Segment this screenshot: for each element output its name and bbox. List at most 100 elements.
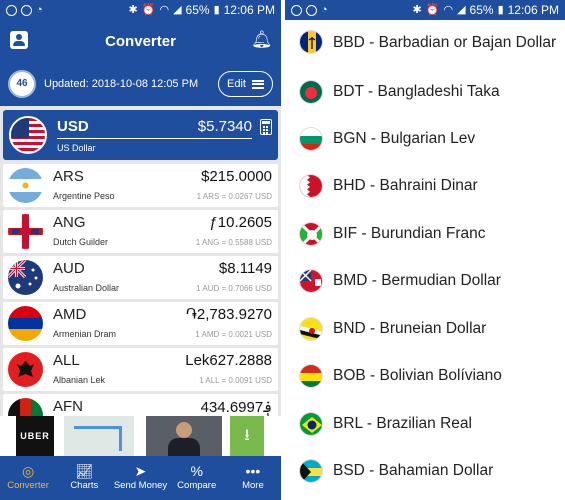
currency-label: BND - Bruneian Dollar [333,320,487,337]
nav-charts[interactable]: 📈︎ Charts [56,456,112,500]
currency-list-item[interactable]: BSD - Bahamian Dollar [285,447,565,494]
exchange-rate: 1 ANG = 0.5588 USD [195,238,272,247]
ad-photo-image [146,416,222,456]
bell-icon[interactable]: 🔔︎ [251,30,273,50]
converted-value: $215.0000 [201,168,272,185]
notification-icon [291,4,302,16]
notification-icon [6,4,17,16]
edit-label: Edit [227,78,246,90]
app-notification-icon [21,4,32,16]
currency-label: BIF - Burundian Franc [333,225,486,242]
currency-code: ARS [53,168,84,185]
exchange-rate: 1 AUD = 0.7066 USD [196,284,272,293]
percent-icon: % [190,463,203,479]
currency-name: Armenian Dram [53,329,117,339]
update-bar: 46 Updated: 2018-10-08 12:05 PM Edit [0,62,281,106]
currency-row[interactable]: ANG Dutch Guilder ƒ10.2605 1 ANG = 0.558… [3,210,278,253]
list-icon [252,79,264,89]
currency-list-item[interactable]: BBD - Barbadian or Bajan Dollar [285,17,565,67]
ad-banner[interactable]: UBER ⭳ [0,416,281,456]
currency-list-item[interactable]: BDT - Bangladeshi Taka [285,68,565,115]
brunei-flag-icon [299,316,323,341]
currency-name: Albanian Lek [53,375,106,385]
app-notification-icon [306,4,317,16]
currency-list-item[interactable]: BMD - Bermudian Dollar [285,257,565,304]
currency-list-item[interactable]: BHD - Bahraini Dinar [285,162,565,209]
currency-row[interactable]: ARS Argentine Peso $215.0000 1 ARS = 0.0… [3,164,278,207]
currency-code: AUD [53,260,85,277]
app-bar: Converter 🔔︎ [0,20,281,62]
barbados-flag-icon [299,30,323,54]
nav-label: Converter [7,480,49,491]
currency-row[interactable]: AMD Armenian Dram ֏2,783.9270 1 AMD = 0.… [3,302,278,345]
currency-list-item[interactable]: BOB - Bolivian Bolíviano [285,352,565,399]
clock: 12:06 PM [223,3,275,17]
exchange-rate: 1 ARS = 0.0267 USD [196,192,272,201]
armenia-flag-icon [8,306,43,341]
coins-icon: ◎ [21,463,35,479]
base-currency-name: US Dollar [57,143,96,153]
bolivia-flag-icon [299,363,323,388]
currency-list-item[interactable]: BRL - Brazilian Real [285,400,565,447]
currency-row[interactable]: ALL Albanian Lek Lek627.2888 1 ALL = 0.0… [3,348,278,391]
notification-icon: ◔ [36,3,43,16]
signal-icon: ◢ [457,3,466,16]
nav-compare[interactable]: % Compare [169,456,225,500]
alarm-icon: ⏰ [425,3,440,16]
edit-button[interactable]: Edit [218,71,273,97]
currency-list-item[interactable]: BGN - Bulgarian Lev [285,115,565,162]
ad-map-image [64,416,134,456]
bottom-navigation: ◎ Converter 📈︎ Charts ➤ Send Money % Com… [0,456,281,500]
refresh-count-badge[interactable]: 46 [8,70,36,98]
currency-label: BMD - Bermudian Dollar [333,272,501,289]
currency-list-item[interactable]: BIF - Burundian Franc [285,210,565,257]
currency-label: BHD - Bahraini Dinar [333,177,478,194]
alarm-icon: ⏰ [141,3,156,16]
chart-icon: 📈︎ [75,463,94,479]
bahamas-flag-icon [299,458,323,483]
bahrain-flag-icon [299,173,323,198]
burundi-flag-icon [299,221,323,246]
battery-level: 65% [185,3,210,17]
nav-label: Send Money [113,480,168,491]
currency-label: BRL - Brazilian Real [333,415,472,432]
nav-more[interactable]: ••• More [225,456,281,500]
calculator-icon[interactable] [260,119,272,135]
brazil-flag-icon [299,411,323,436]
currency-list-item[interactable]: BND - Bruneian Dollar [285,305,565,352]
currency-label: BBD - Barbadian or Bajan Dollar [333,33,557,51]
converted-value: ƒ10.2605 [209,214,272,231]
bangladesh-flag-icon [299,79,323,104]
wifi-icon: ◠ [443,3,454,16]
converted-value: 434.6997؋ [200,399,272,416]
nav-converter[interactable]: ◎ Converter [0,456,56,500]
converted-value: ֏2,783.9270 [185,306,272,323]
converter-screen: ◔ ✱ ⏰ ◠ ◢ 65% ▮ 12:06 PM Converter 🔔︎ 46… [0,0,281,500]
download-icon[interactable]: ⭳ [230,416,264,456]
more-icon: ••• [245,463,261,479]
input-underline [57,138,252,139]
currency-code: ALL [53,352,80,369]
nav-send-money[interactable]: ➤ Send Money [112,456,168,500]
currency-name: Argentine Peso [53,191,115,201]
currency-code: AMD [53,306,87,323]
argentina-flag-icon [8,168,43,203]
albania-flag-icon [8,352,43,387]
clock: 12:06 PM [507,3,559,17]
base-currency-row[interactable]: USD $5.7340 US Dollar [3,110,278,160]
currency-row[interactable]: AUD Australian Dollar $8.1149 1 AUD = 0.… [3,256,278,299]
converted-value: $8.1149 [218,260,272,277]
profile-icon[interactable] [10,31,28,49]
signal-icon: ◢ [173,3,182,16]
australia-flag-icon [8,260,43,295]
battery-icon: ▮ [497,3,504,16]
battery-level: 65% [469,3,494,17]
exchange-rate: 1 ALL = 0.0091 USD [199,376,272,385]
base-amount-input[interactable]: $5.7340 [198,118,252,135]
nav-label: Compare [177,480,217,491]
currency-name: Dutch Guilder [53,237,109,247]
bermuda-flag-icon [299,268,323,293]
base-currency-code: USD [57,118,89,135]
updated-timestamp: Updated: 2018-10-08 12:05 PM [44,78,199,90]
currency-label: BGN - Bulgarian Lev [333,130,476,147]
